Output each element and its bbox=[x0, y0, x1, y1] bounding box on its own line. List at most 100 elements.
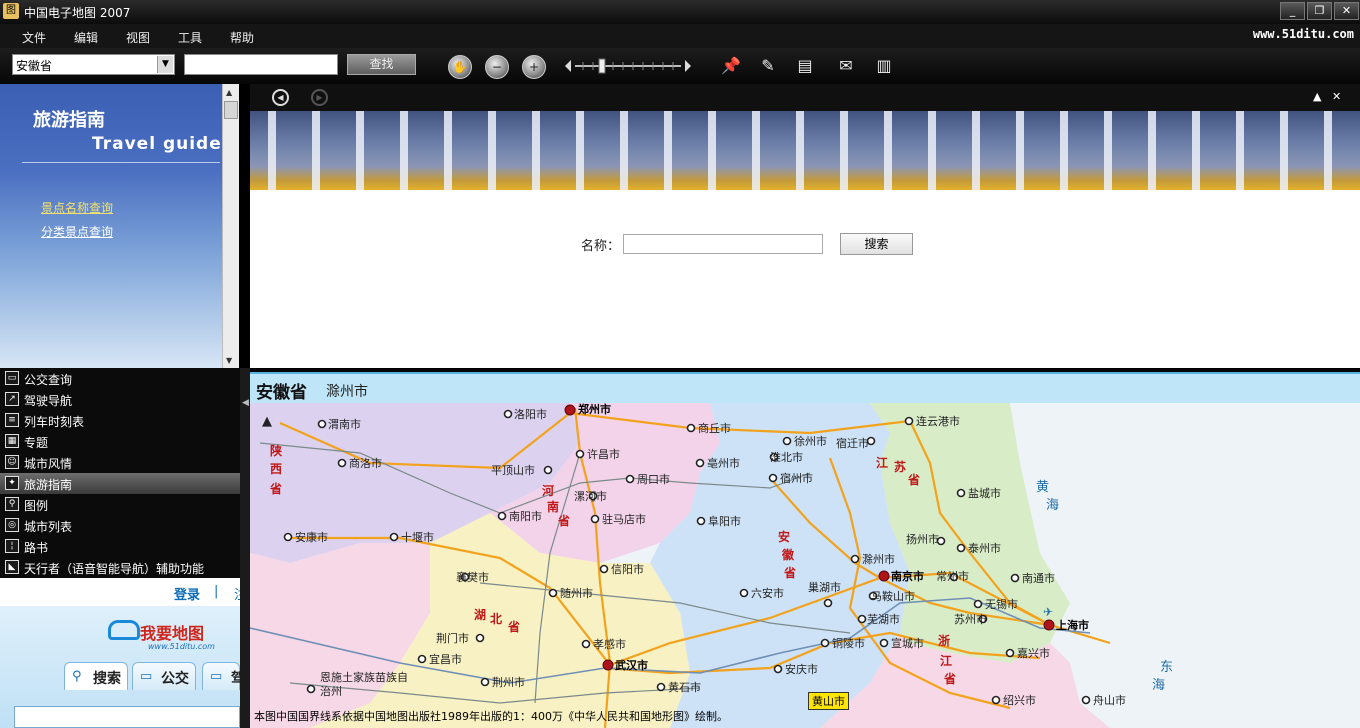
menu-help[interactable]: 帮助 bbox=[230, 29, 254, 46]
city-dot-shangluo[interactable] bbox=[337, 458, 347, 468]
menu-tools[interactable]: 工具 bbox=[178, 29, 202, 46]
nav-train[interactable]: ≡ 列车时刻表 bbox=[0, 410, 240, 431]
city-dot-zhumadian[interactable] bbox=[590, 514, 600, 524]
menu-edit[interactable]: 编辑 bbox=[74, 29, 98, 46]
city-dot-wuhu[interactable] bbox=[857, 614, 867, 624]
pin-icon[interactable]: 📌 bbox=[720, 54, 742, 78]
city-dot-nanyang[interactable] bbox=[497, 511, 507, 521]
tab-search[interactable]: ⚲ 搜索 bbox=[64, 662, 128, 690]
scenic-name-search-link[interactable]: 景点名称查询 bbox=[41, 199, 113, 216]
search-input[interactable] bbox=[184, 54, 338, 75]
panel-splitter[interactable]: ◀ bbox=[240, 368, 250, 728]
city-dot-jingzhou[interactable] bbox=[480, 677, 490, 687]
city-dot-yancheng[interactable] bbox=[956, 488, 966, 498]
nav-voice-navigator[interactable]: ◣ 天行者（语音智能导航）辅助功能 bbox=[0, 557, 240, 578]
city-dot-xiaogan[interactable] bbox=[581, 639, 591, 649]
city-dot-fuyang[interactable] bbox=[696, 516, 706, 526]
name-input[interactable] bbox=[623, 234, 823, 254]
city-dot-zhoushan[interactable] bbox=[1081, 695, 1091, 705]
city-dot-ankang[interactable] bbox=[283, 532, 293, 542]
close-pane-icon[interactable]: ✕ bbox=[1332, 90, 1341, 103]
tab-drive[interactable]: ▭ 驾 bbox=[202, 662, 245, 690]
city-dot-huangshi[interactable] bbox=[656, 682, 666, 692]
collapse-up-icon[interactable]: ▲ bbox=[1313, 90, 1321, 103]
zoom-in-icon[interactable]: + bbox=[522, 55, 546, 79]
nav-bus[interactable]: ▭ 公交查询 bbox=[0, 368, 240, 389]
city-dot-chaohu[interactable] bbox=[823, 598, 833, 608]
city-dot-enshi[interactable] bbox=[306, 684, 316, 694]
ad-logo-text[interactable]: 我要地图 bbox=[140, 620, 204, 644]
city-dot-jiaxing[interactable] bbox=[1005, 648, 1015, 658]
close-button[interactable]: ✕ bbox=[1334, 2, 1359, 20]
chevron-down-icon[interactable]: ▼ bbox=[157, 56, 173, 73]
maximize-button[interactable]: ❐ bbox=[1307, 2, 1332, 20]
nav-roadbook[interactable]: ¦ 路书 bbox=[0, 536, 240, 557]
search-button[interactable]: 搜索 bbox=[840, 233, 913, 255]
city-dot-wuxi[interactable] bbox=[973, 599, 983, 609]
city-dot-nantong[interactable] bbox=[1010, 573, 1020, 583]
hand-pan-icon[interactable]: ✋ bbox=[448, 55, 472, 79]
city-dot-jingmen[interactable] bbox=[475, 633, 485, 643]
city-dot-shiyan[interactable] bbox=[389, 532, 399, 542]
zoom-slider-thumb[interactable] bbox=[598, 58, 606, 74]
city-dot-lianyungang[interactable] bbox=[904, 416, 914, 426]
nav-city-culture[interactable]: ☺ 城市风情 bbox=[0, 452, 240, 473]
menu-file[interactable]: 文件 bbox=[22, 29, 46, 46]
city-dot-shanghai[interactable] bbox=[1043, 619, 1055, 631]
nav-travel-guide[interactable]: ✦ 旅游指南 bbox=[0, 473, 240, 494]
tab-bus[interactable]: ▭ 公交 bbox=[132, 662, 196, 690]
zoom-slider-right-arrow[interactable] bbox=[685, 60, 691, 72]
city-dot-luoyang[interactable] bbox=[503, 409, 513, 419]
minimize-button[interactable]: _ bbox=[1280, 2, 1305, 20]
scroll-up-icon[interactable]: ▲ bbox=[226, 88, 232, 97]
city-dot-pingdingshan[interactable] bbox=[543, 465, 553, 475]
nav-city-list[interactable]: ◎ 城市列表 bbox=[0, 515, 240, 536]
brand-url[interactable]: www.51ditu.com bbox=[1253, 27, 1354, 41]
map-svg[interactable]: 郑州市 洛阳市 商丘市 连云港市 渭南市 徐州市 宿迁市 许昌市 商洛市 平顶山… bbox=[250, 403, 1360, 728]
map-canvas[interactable]: 郑州市 洛阳市 商丘市 连云港市 渭南市 徐州市 宿迁市 许昌市 商洛市 平顶山… bbox=[250, 403, 1360, 728]
nav-legend[interactable]: ⚲ 图例 bbox=[0, 494, 240, 515]
send-mail-icon[interactable]: ✉ bbox=[835, 54, 857, 78]
city-dot-weinan[interactable] bbox=[317, 419, 327, 429]
city-dot-anqing[interactable] bbox=[773, 664, 783, 674]
city-dot-wuhan[interactable] bbox=[602, 659, 614, 671]
menu-view[interactable]: 视图 bbox=[126, 29, 150, 46]
forward-icon[interactable]: ▶ bbox=[311, 89, 328, 106]
city-dot-shaoxing[interactable] bbox=[991, 695, 1001, 705]
scroll-down-icon[interactable]: ▼ bbox=[226, 356, 232, 365]
pencil-icon[interactable]: ✎ bbox=[757, 54, 779, 78]
guide-scrollbar[interactable]: ▲ ▼ bbox=[222, 84, 239, 368]
city-dot-luan[interactable] bbox=[739, 588, 749, 598]
login-link[interactable]: 登录 bbox=[174, 584, 200, 603]
scroll-thumb[interactable] bbox=[224, 101, 238, 119]
province-select[interactable]: 安徽省 ▼ bbox=[12, 54, 175, 75]
city-dot-tongling[interactable] bbox=[820, 638, 830, 648]
city-dot-xuzhou[interactable] bbox=[782, 436, 792, 446]
city-dot-bozhou[interactable] bbox=[695, 458, 705, 468]
find-button[interactable]: 查找 bbox=[347, 54, 416, 75]
city-dot-suzhou-ah[interactable] bbox=[768, 473, 778, 483]
zoom-slider[interactable] bbox=[563, 58, 693, 74]
city-dot-nanjing[interactable] bbox=[878, 570, 890, 582]
zoom-slider-left-arrow[interactable] bbox=[565, 60, 571, 72]
nav-topic[interactable]: ▦ 专题 bbox=[0, 431, 240, 452]
city-dot-xuchang[interactable] bbox=[575, 449, 585, 459]
zoom-out-icon[interactable]: − bbox=[485, 55, 509, 79]
city-dot-shangqiu[interactable] bbox=[686, 423, 696, 433]
category-search-link[interactable]: 分类景点查询 bbox=[41, 223, 113, 240]
city-dot-zhengzhou[interactable] bbox=[564, 404, 576, 416]
nav-driving[interactable]: ↗ 驾驶导航 bbox=[0, 389, 240, 410]
city-dot-chuzhou[interactable] bbox=[850, 554, 860, 564]
folder-icon[interactable]: ▤ bbox=[794, 54, 816, 78]
printer-icon[interactable]: ▥ bbox=[873, 54, 895, 78]
city-dot-xinyang[interactable] bbox=[599, 564, 609, 574]
ad-search-input[interactable] bbox=[14, 706, 240, 728]
collapse-arrow-icon[interactable]: ◀ bbox=[242, 398, 249, 408]
city-dot-zhoukou[interactable] bbox=[625, 474, 635, 484]
city-dot-taizhou[interactable] bbox=[956, 543, 966, 553]
city-dot-suizhou[interactable] bbox=[548, 588, 558, 598]
city-dot-yichang[interactable] bbox=[417, 654, 427, 664]
back-icon[interactable]: ◀ bbox=[272, 89, 289, 106]
city-dot-xuancheng[interactable] bbox=[879, 638, 889, 648]
highlight-city-tag[interactable]: 黄山市 bbox=[808, 692, 849, 710]
